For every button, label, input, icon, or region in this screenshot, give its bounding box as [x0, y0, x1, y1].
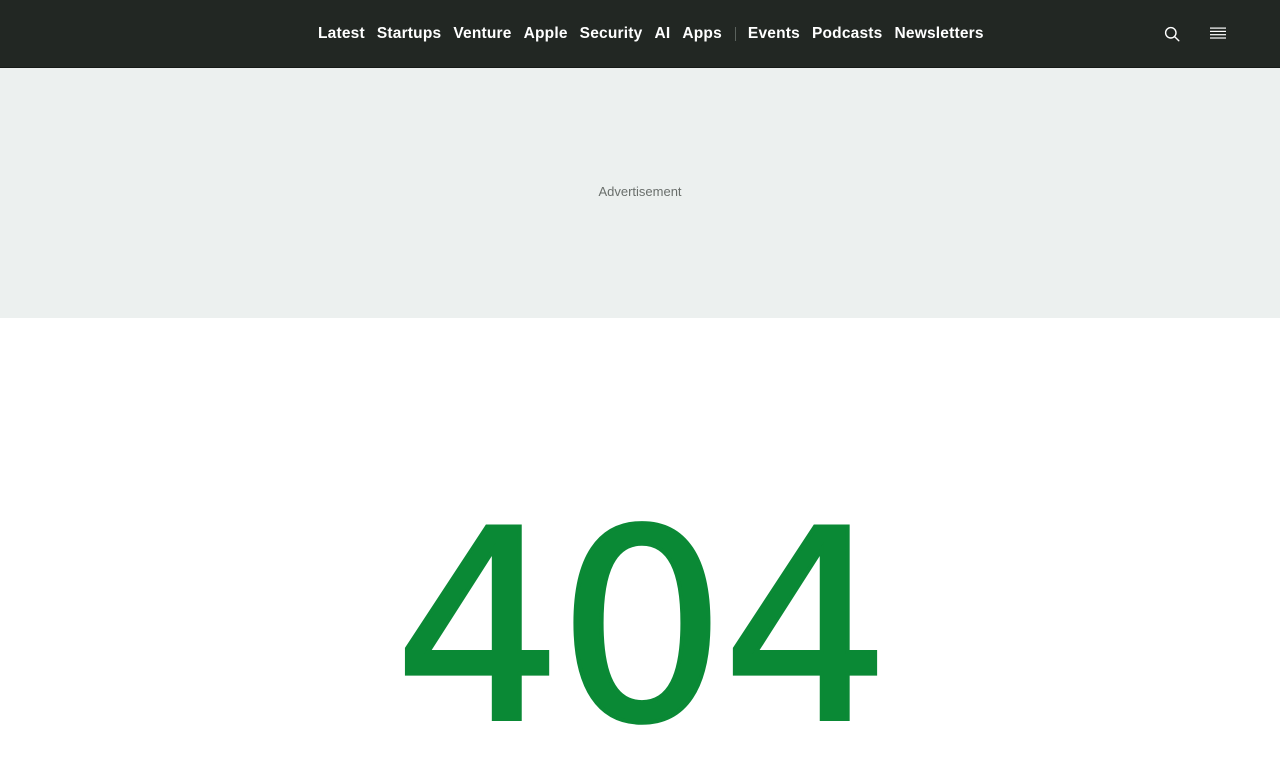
search-icon: [1164, 26, 1180, 42]
site-header: Latest Startups Venture Apple Security A…: [0, 0, 1280, 68]
nav-item-startups[interactable]: Startups: [377, 25, 441, 43]
main-navigation: Latest Startups Venture Apple Security A…: [318, 0, 996, 68]
nav-item-venture[interactable]: Venture: [453, 25, 511, 43]
menu-button[interactable]: [1206, 22, 1230, 46]
error-code-heading: 404: [392, 474, 892, 782]
nav-item-apps[interactable]: Apps: [682, 25, 722, 43]
nav-item-ai[interactable]: AI: [654, 25, 670, 43]
search-button[interactable]: [1160, 22, 1184, 46]
nav-item-events[interactable]: Events: [748, 25, 800, 43]
advertisement-slot: Advertisement: [0, 68, 1280, 318]
hamburger-menu-icon: [1210, 27, 1226, 39]
nav-item-security[interactable]: Security: [580, 25, 643, 43]
nav-item-apple[interactable]: Apple: [524, 25, 568, 43]
nav-divider: [734, 27, 736, 41]
nav-item-newsletters[interactable]: Newsletters: [894, 25, 983, 43]
nav-item-latest[interactable]: Latest: [318, 25, 365, 43]
nav-item-podcasts[interactable]: Podcasts: [812, 25, 883, 43]
advertisement-label: Advertisement: [598, 183, 682, 199]
